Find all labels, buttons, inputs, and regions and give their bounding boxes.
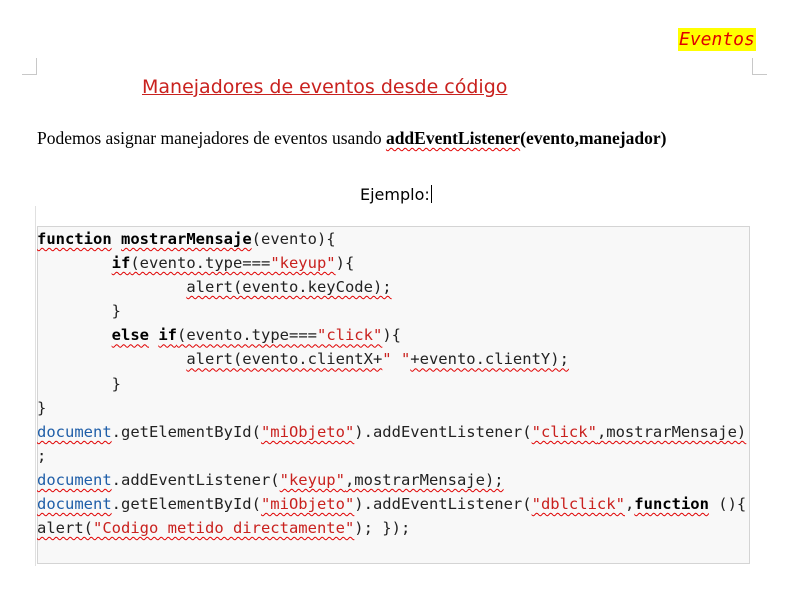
code-line: document.addEventListener("keyup",mostra… (37, 470, 504, 489)
code-line: function mostrarMensaje(evento){ (37, 230, 336, 248)
code-line: else if(evento.type==="click"){ (111, 326, 401, 345)
page-corner-mark-left (22, 58, 37, 75)
intro-args: (evento,manejador) (520, 128, 667, 148)
header-highlight-tag: Eventos (678, 28, 756, 51)
code-line: alert("Codigo metido directamente"); }); (37, 519, 411, 538)
intro-method: addEventListener (385, 128, 521, 148)
code-line: } (111, 374, 121, 393)
code-line: alert(evento.keyCode); (186, 278, 392, 297)
intro-paragraph: Podemos asignar manejadores de eventos u… (37, 128, 666, 149)
intro-text: Podemos asignar manejadores de eventos u… (37, 128, 386, 148)
code-line: document.getElementById("miObjeto").addE… (37, 422, 747, 441)
code-line: alert(evento.clientX+" "+evento.clientY)… (186, 350, 569, 369)
code-line: } (37, 398, 47, 417)
margin-rule (35, 206, 36, 566)
page-title: Manejadores de eventos desde código (142, 76, 508, 98)
code-listing: function mostrarMensaje(evento){ if(even… (37, 227, 746, 540)
page-corner-mark-right (752, 58, 767, 75)
code-line: if(evento.type==="keyup"){ (111, 254, 355, 273)
code-line: } (111, 302, 121, 321)
code-line: ; (37, 446, 47, 465)
code-line: document.getElementById("miObjeto").addE… (37, 495, 747, 514)
example-label[interactable]: Ejemplo: (360, 185, 432, 204)
example-label-text: Ejemplo: (360, 185, 430, 204)
text-cursor (430, 185, 432, 203)
